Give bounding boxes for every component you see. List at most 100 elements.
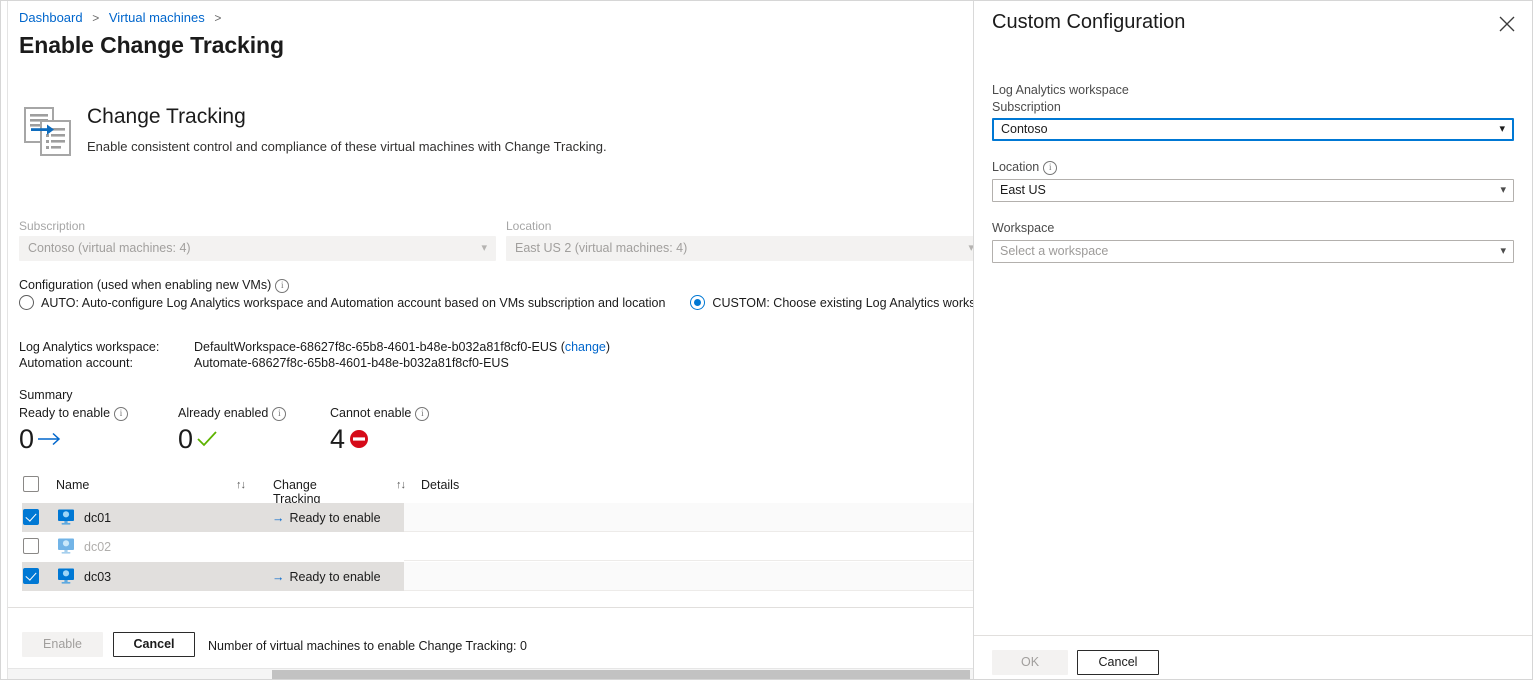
panel-ok-button[interactable]: OK bbox=[992, 650, 1068, 675]
cancel-button[interactable]: Cancel bbox=[113, 632, 195, 657]
row-name: dc03 bbox=[84, 569, 112, 584]
arrow-right-icon: → bbox=[272, 510, 285, 525]
enable-button[interactable]: Enable bbox=[22, 632, 103, 657]
location-filter-value: East US 2 (virtual machines: 4) bbox=[515, 241, 688, 255]
workspace-change-paren: (change) bbox=[560, 340, 611, 354]
summary-label-already: Already enabled i bbox=[178, 406, 287, 421]
panel-workspace-placeholder: Select a workspace bbox=[1000, 244, 1109, 258]
panel-footer: OK Cancel bbox=[974, 635, 1532, 679]
log-analytics-workspace-label: Log Analytics workspace: bbox=[19, 340, 160, 354]
location-filter-dropdown[interactable]: East US 2 (virtual machines: 4) ▾ bbox=[506, 236, 973, 261]
horizontal-scrollbar[interactable] bbox=[8, 668, 973, 679]
subscription-filter-dropdown[interactable]: Contoso (virtual machines: 4) ▾ bbox=[19, 236, 496, 261]
blocked-icon bbox=[348, 429, 370, 449]
chevron-down-icon: ▾ bbox=[1500, 245, 1506, 257]
virtual-machine-icon bbox=[57, 508, 75, 526]
breadcrumb-item-virtual-machines[interactable]: Virtual machines bbox=[109, 10, 205, 25]
breadcrumb-item-dashboard[interactable]: Dashboard bbox=[19, 10, 83, 25]
panel-subscription-value: Contoso bbox=[1001, 122, 1048, 136]
info-icon[interactable]: i bbox=[275, 279, 290, 293]
virtual-machine-icon bbox=[57, 567, 75, 585]
close-icon[interactable] bbox=[1496, 13, 1518, 35]
panel-location-dropdown[interactable]: East US ▾ bbox=[992, 179, 1514, 202]
configuration-radio-group: AUTO: Auto-configure Log Analytics works… bbox=[19, 295, 973, 313]
row-details-cell bbox=[404, 503, 973, 532]
sort-arrows-icon[interactable]: ↑↓ bbox=[396, 479, 406, 491]
sort-arrows-icon[interactable]: ↑↓ bbox=[236, 479, 246, 491]
panel-subscription-label: Subscription bbox=[992, 100, 1061, 114]
summary-heading: Summary bbox=[19, 388, 73, 402]
enable-count-note: Number of virtual machines to enable Cha… bbox=[208, 639, 527, 653]
breadcrumb-separator: > bbox=[214, 11, 222, 25]
summary-value-ready-group: 0 bbox=[19, 423, 128, 455]
row-checkbox[interactable] bbox=[23, 568, 39, 587]
automation-account-value: Automate-68627f8c-65b8-4601-b48e-b032a81… bbox=[194, 356, 509, 370]
info-icon[interactable]: i bbox=[1043, 161, 1058, 175]
summary-label-ready-text: Ready to enable bbox=[19, 406, 111, 420]
panel-location-value: East US bbox=[1000, 183, 1046, 197]
arrow-right-icon bbox=[37, 431, 63, 447]
custom-configuration-panel: Custom Configuration Log Analytics works… bbox=[973, 1, 1532, 679]
panel-subscription-dropdown[interactable]: Contoso ▾ bbox=[992, 118, 1514, 141]
chevron-down-icon: ▾ bbox=[1500, 184, 1506, 196]
summary-label-cannot-text: Cannot enable bbox=[330, 406, 412, 420]
radio-label-auto: AUTO: Auto-configure Log Analytics works… bbox=[41, 295, 666, 310]
row-status: → Ready to enable bbox=[272, 570, 381, 584]
row-details-cell bbox=[404, 562, 973, 591]
virtual-machine-icon bbox=[57, 537, 75, 555]
row-status-text: Ready to enable bbox=[289, 569, 381, 584]
column-header-change-tracking[interactable]: Change Tracking bbox=[273, 478, 320, 506]
log-analytics-workspace-value: DefaultWorkspace-68627f8c-65b8-4601-b48e… bbox=[194, 340, 558, 354]
panel-workspace-dropdown[interactable]: Select a workspace ▾ bbox=[992, 240, 1514, 263]
summary-item-already-enabled: Already enabled i 0 bbox=[178, 406, 287, 455]
row-status-text: Ready to enable bbox=[289, 510, 381, 525]
summary-value-already: 0 bbox=[178, 424, 194, 454]
location-filter-label: Location bbox=[506, 219, 552, 233]
azure-portal-screen: Dashboard > Virtual machines > Enable Ch… bbox=[0, 0, 1533, 680]
panel-location-label-text: Location bbox=[992, 160, 1040, 174]
summary-value-ready: 0 bbox=[19, 424, 35, 454]
radio-mark-auto bbox=[19, 295, 34, 310]
info-icon[interactable]: i bbox=[272, 407, 287, 421]
row-highlight bbox=[22, 532, 404, 561]
configuration-label: Configuration (used when enabling new VM… bbox=[19, 278, 290, 293]
check-icon bbox=[196, 430, 218, 448]
subscription-filter-value: Contoso (virtual machines: 4) bbox=[28, 241, 191, 255]
hero-description: Enable consistent control and compliance… bbox=[87, 139, 607, 154]
blade-action-bar: Enable Cancel Number of virtual machines… bbox=[8, 607, 973, 668]
arrow-right-icon: → bbox=[272, 569, 285, 584]
panel-title: Custom Configuration bbox=[992, 11, 1186, 33]
workspace-change-link[interactable]: change bbox=[565, 340, 606, 354]
configuration-label-text: Configuration (used when enabling new VM… bbox=[19, 278, 272, 292]
summary-label-ready: Ready to enable i bbox=[19, 406, 129, 421]
row-checkbox[interactable] bbox=[23, 509, 39, 528]
info-icon[interactable]: i bbox=[114, 407, 129, 421]
row-checkbox[interactable] bbox=[23, 538, 39, 557]
automation-account-label: Automation account: bbox=[19, 356, 133, 370]
panel-cancel-button[interactable]: Cancel bbox=[1077, 650, 1159, 675]
radio-mark-custom bbox=[690, 295, 706, 310]
radio-option-custom[interactable]: CUSTOM: Choose existing Log Analytics wo… bbox=[690, 295, 973, 310]
radio-option-auto[interactable]: AUTO: Auto-configure Log Analytics works… bbox=[19, 295, 665, 310]
row-details-cell bbox=[404, 532, 973, 561]
panel-workspace-label: Workspace bbox=[992, 221, 1055, 235]
change-tracking-icon bbox=[24, 106, 72, 156]
column-header-name[interactable]: Name bbox=[56, 478, 89, 492]
summary-item-cannot-enable: Cannot enable i 4 bbox=[330, 406, 430, 455]
row-name: dc01 bbox=[84, 510, 112, 525]
summary-value-cannot: 4 bbox=[330, 424, 346, 454]
info-icon[interactable]: i bbox=[415, 407, 430, 421]
summary-value-already-group: 0 bbox=[178, 423, 286, 455]
summary-item-ready-to-enable: Ready to enable i 0 bbox=[19, 406, 129, 455]
panel-location-label: Location i bbox=[992, 160, 1058, 175]
panel-section-label: Log Analytics workspace bbox=[992, 83, 1129, 97]
breadcrumb: Dashboard > Virtual machines > bbox=[19, 10, 227, 25]
chevron-down-icon: ▾ bbox=[481, 242, 487, 254]
select-all-checkbox[interactable] bbox=[23, 476, 39, 495]
column-header-details[interactable]: Details bbox=[421, 478, 459, 492]
row-status: → Ready to enable bbox=[272, 511, 381, 525]
hero-title: Change Tracking bbox=[87, 105, 246, 128]
summary-label-already-text: Already enabled bbox=[178, 406, 269, 420]
scrollbar-thumb[interactable] bbox=[272, 670, 970, 679]
enable-change-tracking-blade: Dashboard > Virtual machines > Enable Ch… bbox=[7, 1, 973, 679]
